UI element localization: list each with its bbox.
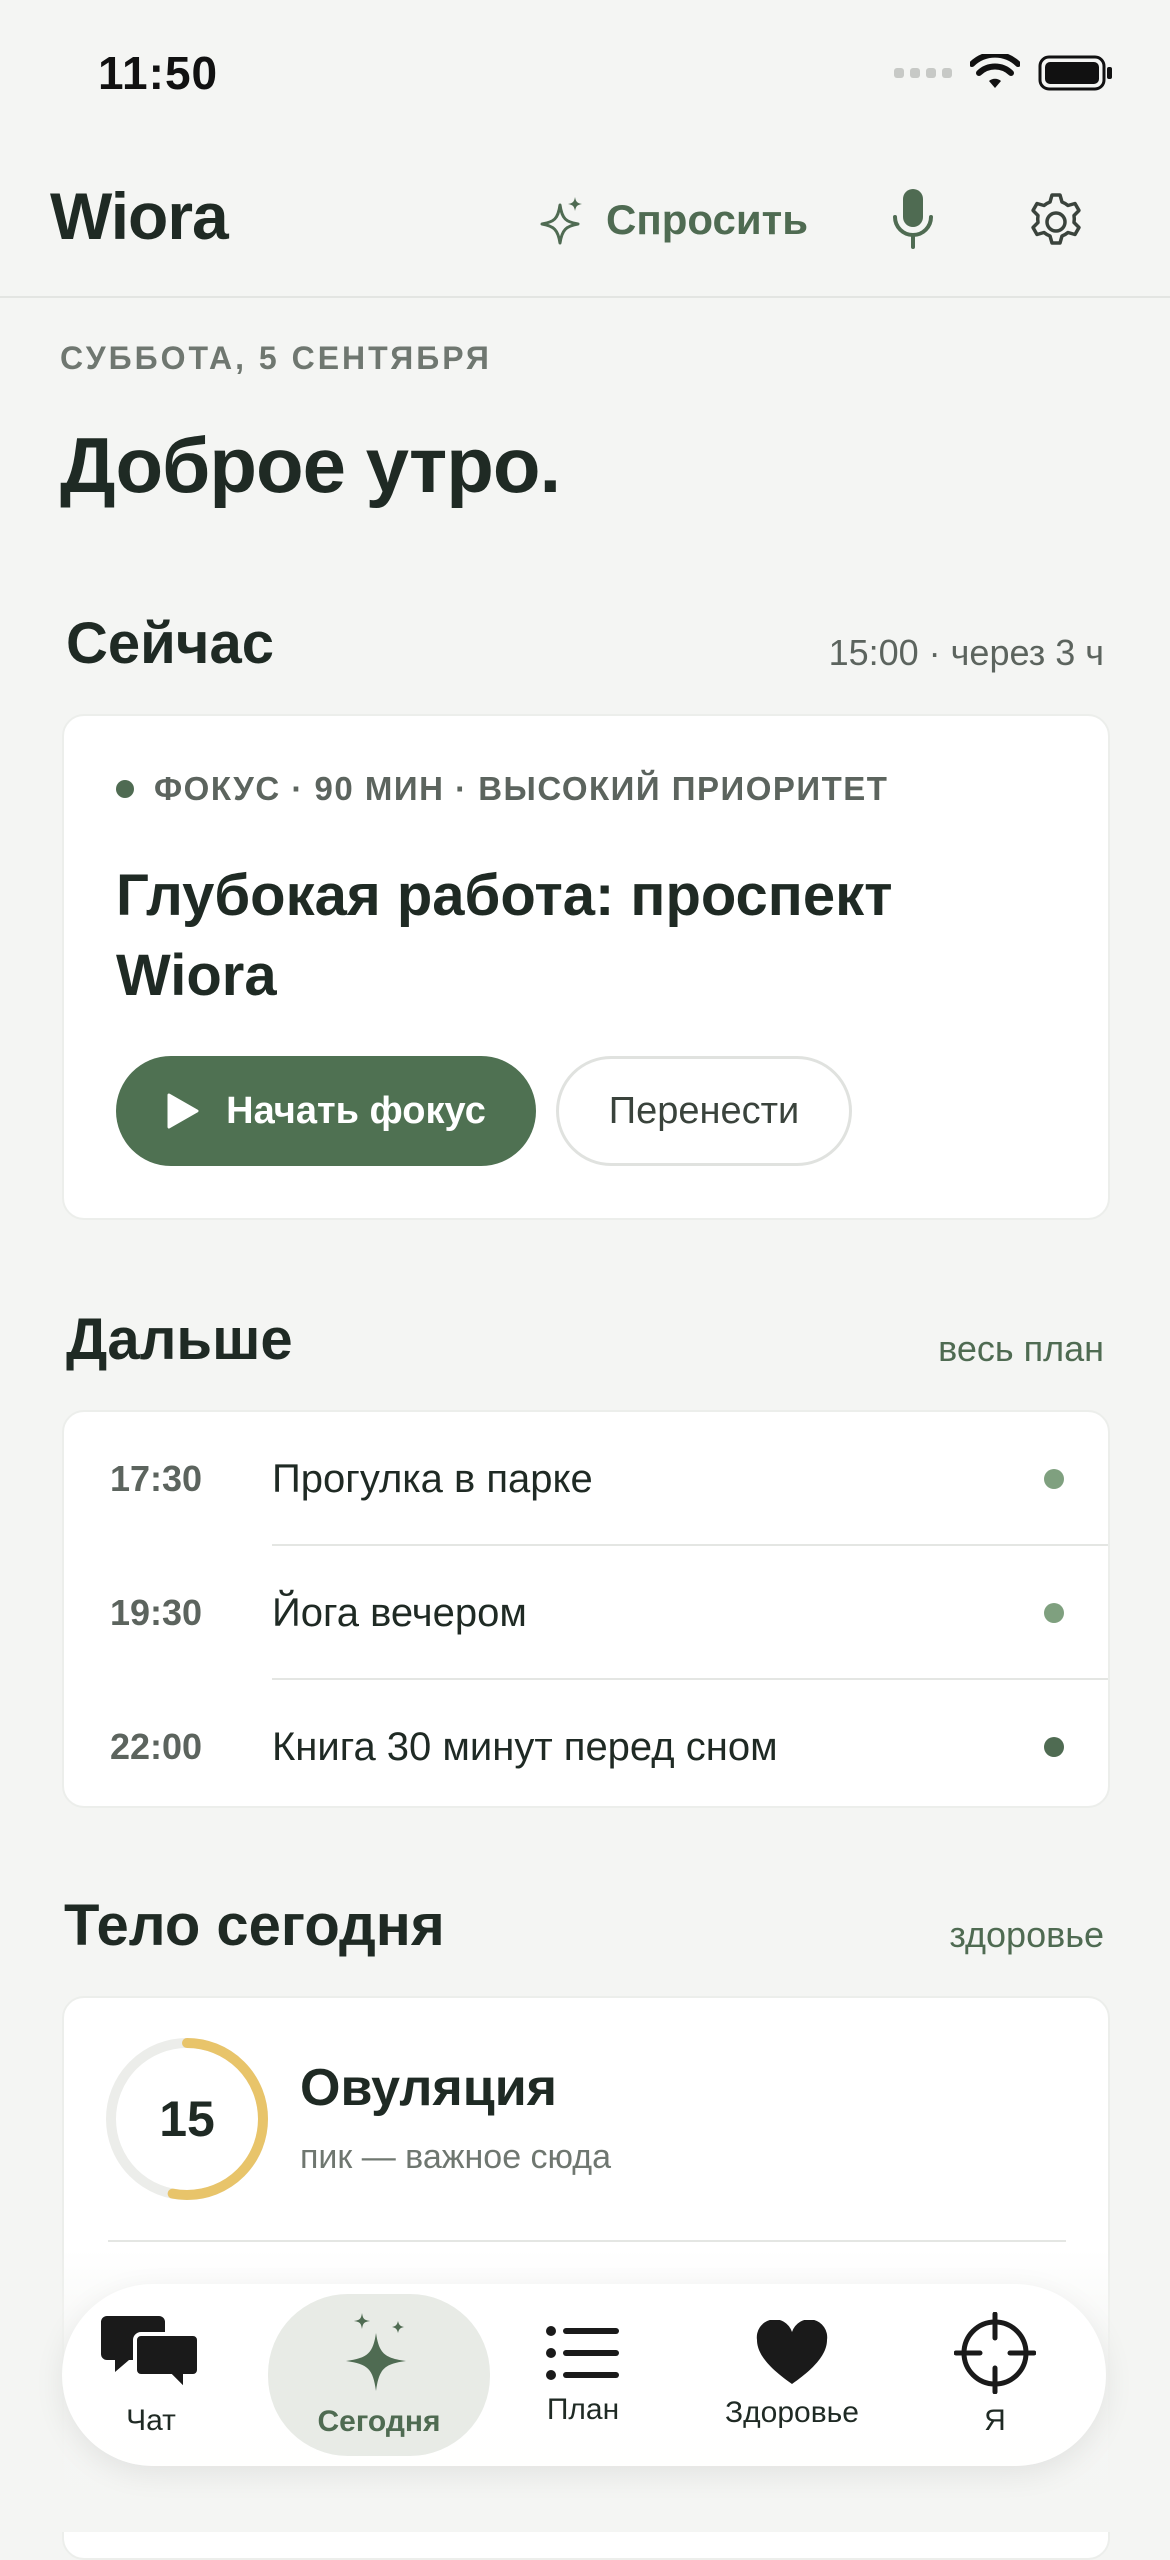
task-title: Глубокая работа: проспект Wiora bbox=[116, 863, 893, 1008]
status-dot bbox=[1044, 1603, 1064, 1623]
status-dot bbox=[1044, 1737, 1064, 1757]
now-section-meta: 15:00 · через 3 ч bbox=[828, 632, 1104, 673]
priority-dot bbox=[116, 780, 134, 798]
tab-me-label: Я bbox=[984, 2404, 1006, 2437]
microphone-button[interactable] bbox=[880, 186, 946, 252]
list-item[interactable]: 19:30 Йога вечером bbox=[64, 1546, 1108, 1680]
item-title: Прогулка в парке bbox=[272, 1457, 593, 1501]
divider bbox=[108, 2240, 1066, 2242]
phase-subtitle: пик — важное сюда bbox=[300, 2138, 612, 2176]
tab-today[interactable]: Сегодня bbox=[268, 2294, 490, 2456]
tab-bar: Чат Сегодня План Здоровье Я bbox=[62, 2284, 1106, 2466]
reschedule-button[interactable]: Перенести bbox=[556, 1056, 852, 1166]
item-title: Йога вечером bbox=[272, 1591, 527, 1635]
now-section-title: Сейчас bbox=[66, 611, 274, 676]
status-time: 11:50 bbox=[98, 47, 219, 99]
app-title: Wiora bbox=[50, 179, 229, 253]
phase-title: Овуляция bbox=[300, 2059, 558, 2117]
item-time: 17:30 bbox=[110, 1458, 203, 1499]
microphone-icon bbox=[893, 189, 933, 249]
next-list: 17:30 Прогулка в парке 19:30 Йога вечеро… bbox=[62, 1410, 1110, 1808]
heart-icon bbox=[756, 2320, 828, 2384]
task-tags-text: ФОКУС · 90 МИН · ВЫСОКИЙ ПРИОРИТЕТ bbox=[154, 770, 889, 807]
now-card[interactable]: ФОКУС · 90 МИН · ВЫСОКИЙ ПРИОРИТЕТ Глубо… bbox=[62, 714, 1110, 1220]
ask-button[interactable]: Спросить bbox=[540, 190, 808, 250]
tab-health-label: Здоровье bbox=[725, 2396, 859, 2429]
wifi-icon bbox=[970, 54, 1020, 88]
gear-icon bbox=[1031, 193, 1081, 245]
sparkle-icon bbox=[346, 2313, 406, 2391]
tab-health[interactable]: Здоровье bbox=[692, 2294, 892, 2456]
play-icon bbox=[167, 1093, 199, 1129]
cycle-day: 15 bbox=[159, 2091, 215, 2147]
tab-chat[interactable]: Чат bbox=[76, 2294, 226, 2456]
list-icon bbox=[546, 2326, 619, 2380]
next-section-title: Дальше bbox=[66, 1307, 293, 1372]
start-focus-label: Начать фокус bbox=[226, 1089, 486, 1132]
sparkle-icon bbox=[540, 197, 582, 245]
date-line: СУББОТА, 5 СЕНТЯБРЯ bbox=[60, 340, 492, 376]
battery-icon bbox=[1038, 55, 1112, 91]
item-time: 19:30 bbox=[110, 1592, 203, 1633]
full-plan-link[interactable]: весь план bbox=[938, 1328, 1104, 1370]
tab-plan-label: План bbox=[546, 2393, 620, 2426]
signal-icon bbox=[894, 68, 952, 78]
item-title: Книга 30 минут перед сном bbox=[272, 1725, 778, 1769]
health-link[interactable]: здоровье bbox=[949, 1914, 1104, 1956]
target-icon bbox=[954, 2312, 1036, 2394]
item-time: 22:00 bbox=[110, 1726, 203, 1767]
task-tags: ФОКУС · 90 МИН · ВЫСОКИЙ ПРИОРИТЕТ bbox=[116, 770, 888, 808]
start-focus-button[interactable]: Начать фокус bbox=[116, 1056, 536, 1166]
status-icons bbox=[894, 54, 1114, 92]
settings-button[interactable] bbox=[1020, 186, 1092, 258]
tab-chat-label: Чат bbox=[126, 2404, 176, 2437]
list-item[interactable]: 22:00 Книга 30 минут перед сном bbox=[64, 1680, 1108, 1806]
chat-bubbles-icon bbox=[101, 2316, 201, 2394]
greeting: Доброе утро. bbox=[60, 421, 561, 509]
list-item[interactable]: 17:30 Прогулка в парке bbox=[64, 1412, 1108, 1546]
ask-label: Спросить bbox=[606, 196, 809, 243]
tab-me[interactable]: Я bbox=[920, 2294, 1070, 2456]
status-dot bbox=[1044, 1469, 1064, 1489]
body-section-title: Тело сегодня bbox=[64, 1893, 445, 1958]
tab-today-label: Сегодня bbox=[317, 2405, 441, 2438]
tab-plan[interactable]: План bbox=[508, 2294, 658, 2456]
